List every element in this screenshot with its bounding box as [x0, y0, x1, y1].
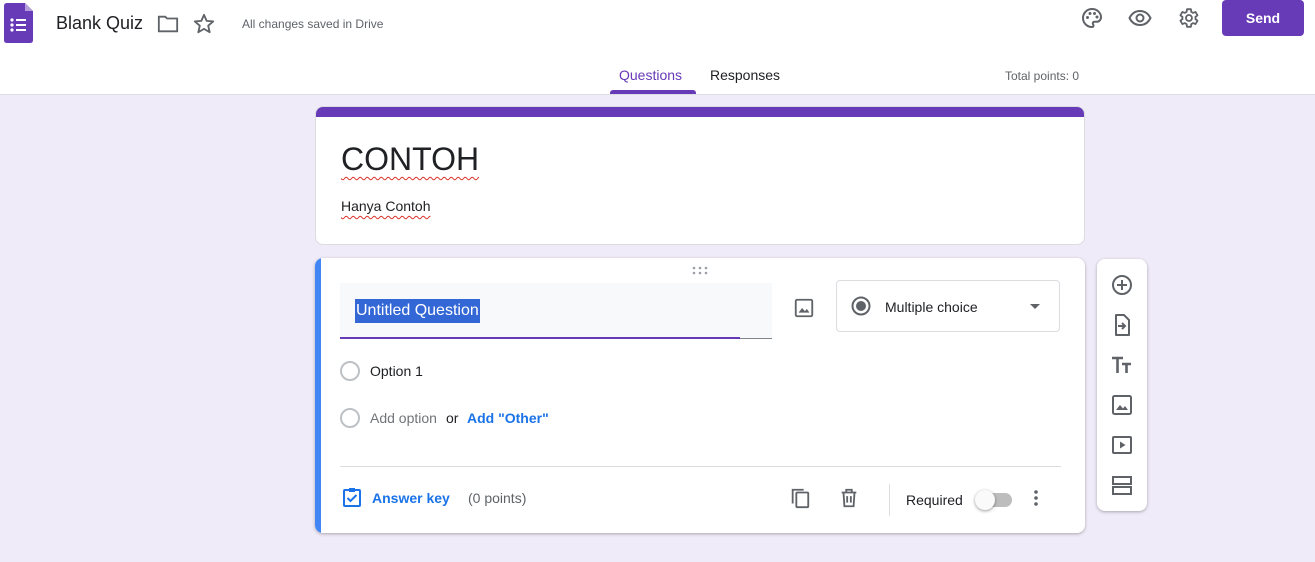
tab-questions[interactable]: Questions [619, 67, 682, 83]
input-focus-line [340, 337, 740, 339]
folder-icon[interactable] [157, 14, 179, 34]
toggle-knob [975, 490, 995, 510]
add-option-input[interactable]: Add option [370, 410, 437, 426]
answer-key-icon[interactable] [342, 487, 362, 507]
add-image-icon[interactable] [793, 297, 815, 319]
add-other-button[interactable]: Add "Other" [467, 410, 549, 426]
save-status: All changes saved in Drive [242, 17, 384, 31]
delete-icon[interactable] [838, 487, 860, 509]
gear-icon[interactable] [1176, 6, 1200, 30]
question-type-dropdown[interactable]: Multiple choice [836, 280, 1060, 332]
points-value: (0 points) [468, 490, 527, 506]
question-card[interactable]: Untitled Question Multiple choice Option… [315, 258, 1085, 533]
required-label: Required [906, 492, 963, 508]
form-title[interactable]: CONTOH [341, 141, 479, 178]
star-icon[interactable] [193, 13, 215, 35]
add-question-icon[interactable] [1110, 273, 1134, 297]
required-toggle[interactable] [975, 490, 1012, 510]
option-label[interactable]: Option 1 [370, 363, 423, 379]
option-radio [340, 361, 360, 381]
active-tab-indicator [610, 90, 696, 94]
radio-button-icon [851, 296, 871, 316]
floating-toolbar [1097, 259, 1147, 511]
app-header: Blank Quiz All changes saved in Drive Se… [0, 0, 1315, 95]
chevron-down-icon [1030, 304, 1040, 309]
add-title-icon[interactable] [1110, 353, 1134, 377]
forms-logo-icon[interactable] [4, 3, 33, 43]
palette-icon[interactable] [1080, 6, 1104, 30]
total-points: Total points: 0 [1005, 69, 1080, 83]
form-description[interactable]: Hanya Contoh [341, 198, 431, 214]
import-questions-icon[interactable] [1110, 313, 1134, 337]
answer-key-button[interactable]: Answer key [372, 490, 450, 506]
form-doc-title[interactable]: Blank Quiz [56, 13, 143, 34]
send-button[interactable]: Send [1222, 0, 1304, 36]
question-title-input[interactable]: Untitled Question [340, 283, 772, 339]
title-card-accent-bar [316, 107, 1084, 117]
question-type-label: Multiple choice [885, 299, 978, 315]
more-options-icon[interactable] [1027, 489, 1045, 507]
drag-handle-icon[interactable] [692, 266, 708, 276]
footer-divider [889, 484, 890, 516]
add-image-icon[interactable] [1110, 393, 1134, 417]
form-title-card[interactable]: CONTOH Hanya Contoh [315, 106, 1085, 245]
duplicate-icon[interactable] [789, 487, 811, 509]
add-option-radio [340, 408, 360, 428]
question-title-text[interactable]: Untitled Question [355, 299, 480, 323]
question-footer-divider [340, 466, 1061, 467]
active-question-bar [315, 258, 321, 533]
eye-icon[interactable] [1128, 6, 1152, 30]
or-text: or [446, 410, 459, 426]
tab-responses[interactable]: Responses [710, 67, 780, 83]
add-section-icon[interactable] [1110, 473, 1134, 497]
add-video-icon[interactable] [1110, 433, 1134, 457]
